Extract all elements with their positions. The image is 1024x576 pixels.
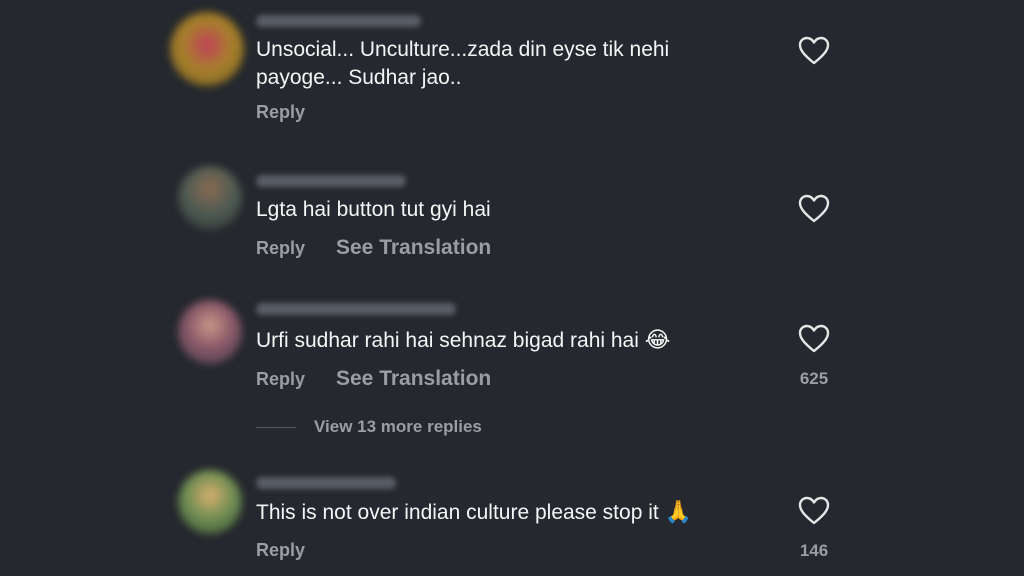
view-more-replies-label[interactable]: View 13 more replies: [314, 417, 482, 437]
username-blurred[interactable]: [256, 477, 396, 489]
see-translation-link[interactable]: See Translation: [336, 367, 491, 391]
laughing-emoji: 😂: [644, 328, 671, 353]
reply-button[interactable]: Reply: [256, 369, 305, 390]
avatar[interactable]: [170, 12, 244, 86]
heart-icon[interactable]: [798, 324, 830, 354]
username-blurred[interactable]: [256, 15, 421, 27]
folded-hands-emoji: 🙏: [664, 500, 692, 525]
comment-text: This is not over indian culture please s…: [256, 499, 756, 527]
heart-icon[interactable]: [798, 496, 830, 526]
comment-text: Urfi sudhar rahi hai sehnaz bigad rahi h…: [256, 327, 756, 355]
avatar[interactable]: [178, 166, 242, 230]
divider-line: [256, 426, 296, 428]
avatar[interactable]: [178, 470, 242, 534]
comment-text-body: Urfi sudhar rahi hai sehnaz bigad rahi h…: [256, 329, 639, 352]
see-translation-link[interactable]: See Translation: [336, 236, 491, 260]
view-more-replies-button[interactable]: View 13 more replies: [256, 416, 482, 438]
reply-button[interactable]: Reply: [256, 238, 305, 259]
like-count: 146: [799, 541, 829, 560]
comment-text: Lgta hai button tut gyi hai: [256, 198, 491, 221]
comment-text: Unsocial... Unculture...zada din eyse ti…: [256, 38, 670, 89]
reply-button[interactable]: Reply: [256, 540, 305, 561]
heart-icon[interactable]: [798, 194, 830, 224]
avatar[interactable]: [178, 300, 242, 364]
reply-button[interactable]: Reply: [256, 102, 305, 123]
heart-icon[interactable]: [798, 36, 830, 66]
username-blurred[interactable]: [256, 303, 456, 315]
comment-text-body: This is not over indian culture please s…: [256, 501, 659, 524]
like-count: 625: [799, 369, 829, 388]
username-blurred[interactable]: [256, 175, 406, 187]
